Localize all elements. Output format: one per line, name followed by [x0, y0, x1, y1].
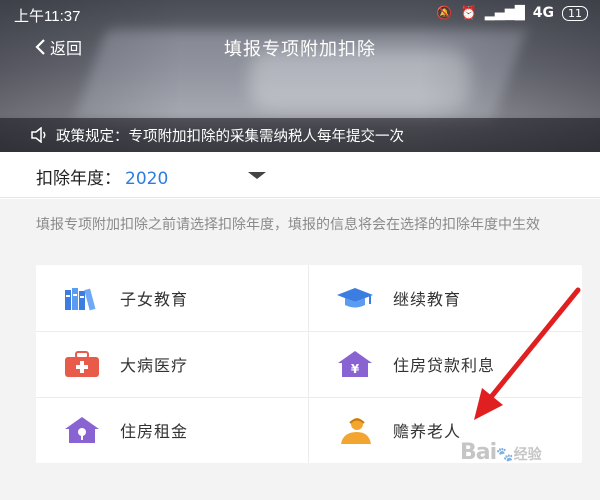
medical-kit-icon — [62, 349, 102, 379]
alarm-icon: ⏰ — [460, 5, 477, 21]
paw-icon: 🐾 — [496, 447, 514, 463]
category-label: 住房贷款利息 — [393, 356, 496, 375]
battery-icon: 11 — [562, 5, 588, 21]
category-label: 继续教育 — [393, 290, 462, 309]
status-time: 上午11:37 — [14, 8, 81, 25]
graduation-cap-icon — [335, 283, 375, 313]
elderly-icon — [335, 415, 375, 445]
caret-down-icon[interactable] — [248, 172, 266, 179]
watermark-logo: Bai🐾经验 — [460, 440, 542, 465]
header-banner: 上午11:37 🔕 ⏰ ▂▄▆█ 4G 11 返回 填报专项附加扣除 政策规定：… — [0, 0, 600, 152]
category-continuing-education[interactable]: 继续教育 — [309, 265, 582, 331]
house-yen-icon: ¥ — [335, 349, 375, 379]
notice-text: 政策规定：专项附加扣除的采集需纳税人每年提交一次 — [56, 128, 404, 145]
category-housing-loan-interest[interactable]: ¥ 住房贷款利息 — [309, 331, 582, 397]
network-type: 4G — [532, 5, 554, 21]
category-label: 赡养老人 — [393, 422, 462, 441]
signal-icon: ▂▄▆█ — [484, 5, 525, 21]
category-label: 大病医疗 — [120, 356, 189, 375]
speaker-icon — [31, 127, 46, 143]
category-label: 住房租金 — [120, 422, 189, 441]
status-bar: 上午11:37 🔕 ⏰ ▂▄▆█ 4G 11 — [0, 0, 600, 28]
svg-text:¥: ¥ — [351, 362, 360, 376]
year-hint: 填报专项附加扣除之前请选择扣除年度，填报的信息将会在选择的扣除年度中生效 — [36, 217, 540, 233]
status-icons: 🔕 ⏰ ▂▄▆█ 4G 11 — [436, 5, 588, 21]
year-selector[interactable]: 扣除年度： 2020 — [0, 152, 600, 198]
category-label: 子女教育 — [120, 290, 189, 309]
policy-notice: 政策规定：专项附加扣除的采集需纳税人每年提交一次 — [0, 118, 600, 152]
mute-icon: 🔕 — [436, 5, 453, 21]
category-children-education[interactable]: 子女教育 — [36, 265, 309, 331]
year-value[interactable]: 2020 — [125, 169, 168, 189]
watermark-text: 经验 — [513, 447, 542, 463]
category-housing-rent[interactable]: 住房租金 — [36, 397, 309, 463]
house-key-icon — [62, 415, 102, 445]
year-label: 扣除年度： — [36, 169, 121, 189]
year-label-row: 扣除年度： 2020 — [36, 164, 168, 189]
books-icon — [62, 283, 102, 313]
page-title: 填报专项附加扣除 — [224, 39, 376, 60]
watermark-text: Bai — [460, 440, 497, 465]
category-serious-illness[interactable]: 大病医疗 — [36, 331, 309, 397]
category-grid: 子女教育 继续教育 大病医疗 ¥ 住房贷款利息 住房租金 赡养老人 — [36, 265, 582, 463]
nav-bar: 返回 填报专项附加扣除 — [0, 30, 600, 64]
